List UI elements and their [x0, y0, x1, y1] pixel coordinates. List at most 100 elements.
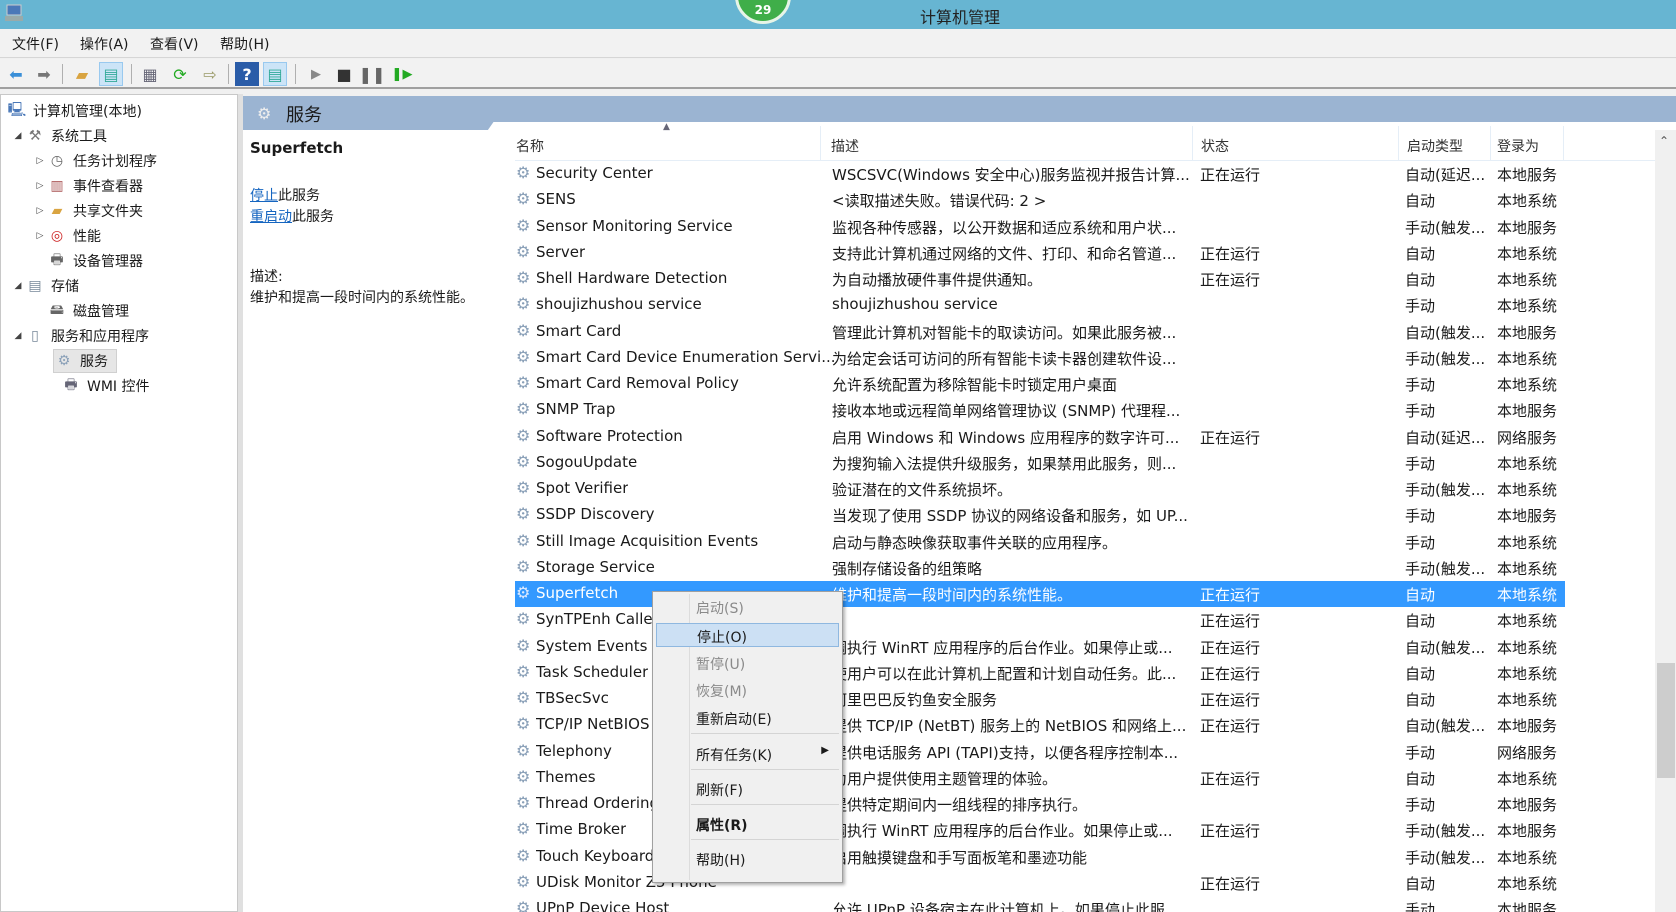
- service-row[interactable]: ⚙ shoujizhushou service shoujizhushou serv…: [497, 292, 1657, 318]
- service-row[interactable]: ⚙ Smart Card 管理此计算机对智能卡的取读访问。如果此服务被... 自动(触…: [497, 319, 1657, 345]
- service-row[interactable]: ⚙ UPnP Device Host 允许 UPnP 设备宿主在此计算机上。如果停止…: [497, 896, 1657, 912]
- cell-desc: 启用触摸键盘和手写面板笔和墨迹功能: [832, 848, 1088, 867]
- service-row[interactable]: ⚙ Sensor Monitoring Service 监视各种传感器，以公开数据和…: [497, 214, 1657, 240]
- menu-item-refresh[interactable]: 刷新(F): [656, 777, 839, 801]
- stop-service-icon[interactable]: ■: [332, 62, 356, 86]
- cell-logon: 本地服务: [1497, 822, 1558, 841]
- cell-desc: 管理此计算机对智能卡的取读访问。如果此服务被...: [832, 323, 1177, 342]
- service-row[interactable]: ⚙ Security Center WSCSVC(Windows 安全中心)服务监视…: [497, 161, 1657, 187]
- event-log-icon: ▥: [50, 178, 64, 194]
- menu-file[interactable]: 文件(F): [12, 34, 59, 54]
- start-service-icon[interactable]: ▶: [304, 62, 328, 86]
- tree-item-storage[interactable]: ◢ ▤ 存储: [11, 274, 79, 298]
- column-header-startup-type[interactable]: 启动类型: [1407, 136, 1463, 156]
- service-row[interactable]: ⚙ Smart Card Device Enumeration Servi... 为…: [497, 345, 1657, 371]
- column-divider[interactable]: [1563, 126, 1564, 160]
- column-header-description[interactable]: 描述: [831, 136, 859, 156]
- service-row[interactable]: ⚙ SogouUpdate 为搜狗输入法提供升级服务，如果禁用此服务，则... 手动 本…: [497, 450, 1657, 476]
- service-gear-icon: ⚙: [516, 793, 531, 812]
- column-header-status[interactable]: 状态: [1201, 136, 1229, 156]
- stop-service-link[interactable]: 停止: [250, 188, 278, 204]
- cell-logon: 本地系统: [1497, 297, 1558, 316]
- properties-icon[interactable]: ▦: [138, 62, 162, 86]
- service-row[interactable]: ⚙ Storage Service 强制存储设备的组策略 手动(触发... 本地系统: [497, 555, 1657, 581]
- service-row[interactable]: ⚙ Server 支持此计算机通过网络的文件、打印、和命名管道... 正在运行 自动 本地…: [497, 240, 1657, 266]
- tree-root[interactable]: 🖳 计算机管理(本地): [7, 99, 142, 123]
- column-header-name[interactable]: 名称: [516, 136, 544, 156]
- cell-name: Smart Card Device Enumeration Servi...: [536, 347, 836, 366]
- service-row[interactable]: ⚙ Spot Verifier 验证潜在的文件系统损坏。 手动(触发... 本地系统: [497, 476, 1657, 502]
- pause-service-icon[interactable]: ❚❚: [359, 62, 386, 86]
- export-icon[interactable]: ⇨: [198, 62, 222, 86]
- menu-item-resume[interactable]: 恢复(M): [656, 678, 839, 702]
- service-row[interactable]: ⚙ Smart Card Removal Policy 允许系统配置为移除智能卡时锁…: [497, 371, 1657, 397]
- tree-item-disk-management[interactable]: 🖴 磁盘管理: [33, 299, 129, 323]
- collapsed-arrow-icon[interactable]: ▷: [33, 206, 47, 216]
- expanded-arrow-icon[interactable]: ◢: [11, 131, 25, 141]
- collapsed-arrow-icon[interactable]: ▷: [33, 156, 47, 166]
- menu-separator: [691, 839, 839, 840]
- cell-startup: 手动(触发...: [1405, 559, 1486, 578]
- menu-item-start[interactable]: 启动(S): [656, 595, 839, 619]
- description-label: 描述:: [250, 269, 283, 285]
- tree-item-wmi-control[interactable]: 🖶 WMI 控件: [47, 374, 149, 398]
- service-row[interactable]: ⚙ Shell Hardware Detection 为自动播放硬件事件提供通知。 正…: [497, 266, 1657, 292]
- collapsed-arrow-icon[interactable]: ▷: [33, 181, 47, 191]
- service-row[interactable]: ⚙ SENS <读取描述失败。错误代码: 2 > 自动 本地系统: [497, 187, 1657, 213]
- menu-view[interactable]: 查看(V): [150, 34, 199, 54]
- help-icon[interactable]: ?: [235, 62, 259, 86]
- up-folder-icon[interactable]: ▰: [70, 62, 94, 86]
- collapsed-arrow-icon[interactable]: ▷: [33, 231, 47, 241]
- cell-name: Spot Verifier: [536, 479, 629, 497]
- service-row[interactable]: ⚙ Software Protection 启用 Windows 和 Windows…: [497, 424, 1657, 450]
- vertical-scrollbar[interactable]: [1655, 130, 1676, 912]
- tree-item-shared-folders[interactable]: ▷ ▰ 共享文件夹: [33, 199, 143, 223]
- menu-help[interactable]: 帮助(H): [220, 34, 269, 54]
- scrollbar-thumb[interactable]: [1657, 663, 1675, 778]
- cell-desc: 提供特定期间内一组线程的排序执行。: [832, 796, 1088, 814]
- menu-item-restart[interactable]: 重新启动(E): [656, 706, 839, 730]
- menu-action[interactable]: 操作(A): [80, 34, 129, 54]
- back-icon[interactable]: ⬅: [4, 62, 28, 86]
- menu-item-help[interactable]: 帮助(H): [656, 847, 839, 871]
- restart-service-icon[interactable]: ❚▶: [390, 62, 414, 86]
- service-row[interactable]: ⚙ Still Image Acquisition Events 启动与静态映像获取…: [497, 529, 1657, 555]
- tree-item-services[interactable]: ⚙ 服务: [53, 349, 117, 373]
- menu-item-pause[interactable]: 暂停(U): [656, 651, 839, 675]
- show-action-pane-icon[interactable]: ▤: [263, 62, 287, 86]
- cell-desc: 阿里巴巴反钓鱼安全服务: [832, 691, 998, 709]
- menu-item-stop[interactable]: 停止(O): [656, 623, 839, 647]
- column-divider[interactable]: [1490, 126, 1491, 160]
- expanded-arrow-icon[interactable]: ◢: [11, 281, 25, 291]
- tree-item-task-scheduler[interactable]: ▷ ◷ 任务计划程序: [33, 149, 157, 173]
- tree-item-device-manager[interactable]: 🖶 设备管理器: [33, 249, 143, 273]
- cell-status: 正在运行: [1200, 638, 1261, 657]
- tree-item-services-and-applications[interactable]: ◢ ▯ 服务和应用程序: [11, 324, 149, 348]
- menu-item-all-tasks[interactable]: 所有任务(K) ▶: [656, 742, 839, 766]
- service-gear-icon: ⚙: [516, 241, 531, 261]
- tree-item-system-tools[interactable]: ◢ ⚒ 系统工具: [11, 124, 107, 148]
- column-divider[interactable]: [1398, 126, 1399, 160]
- service-row[interactable]: ⚙ SSDP Discovery 当发现了使用 SSDP 协议的网络设备和服务，如 …: [497, 502, 1657, 528]
- menu-item-properties[interactable]: 属性(R): [656, 812, 839, 836]
- cell-startup: 自动(触发...: [1405, 717, 1486, 736]
- column-divider[interactable]: [1192, 126, 1193, 160]
- cell-desc: 启动与静态映像获取事件关联的应用程序。: [832, 533, 1118, 552]
- cell-startup: 自动: [1405, 271, 1436, 289]
- refresh-icon[interactable]: ⟳: [168, 62, 192, 86]
- scroll-up-arrow-icon[interactable]: ⌃: [1659, 134, 1669, 148]
- tree-item-performance[interactable]: ▷ ◎ 性能: [33, 224, 101, 248]
- restart-service-link[interactable]: 重启动: [250, 209, 292, 225]
- tree-label: 存储: [51, 279, 79, 295]
- tree-item-event-viewer[interactable]: ▷ ▥ 事件查看器: [33, 174, 143, 198]
- column-header-logon-as[interactable]: 登录为: [1497, 136, 1539, 156]
- cell-logon: 本地系统: [1497, 533, 1558, 552]
- show-hide-tree-icon[interactable]: ▤: [99, 62, 123, 86]
- service-row[interactable]: ⚙ SNMP Trap 接收本地或远程简单网络管理协议 (SNMP) 代理程... 手…: [497, 397, 1657, 423]
- cell-desc: 维护和提高一段时间内的系统性能。: [832, 586, 1073, 604]
- cell-name: Software Protection: [536, 426, 683, 445]
- expanded-arrow-icon[interactable]: ◢: [11, 331, 25, 341]
- column-divider[interactable]: [820, 126, 821, 160]
- forward-icon[interactable]: ➡: [32, 62, 56, 86]
- clock-icon: ◷: [50, 153, 64, 169]
